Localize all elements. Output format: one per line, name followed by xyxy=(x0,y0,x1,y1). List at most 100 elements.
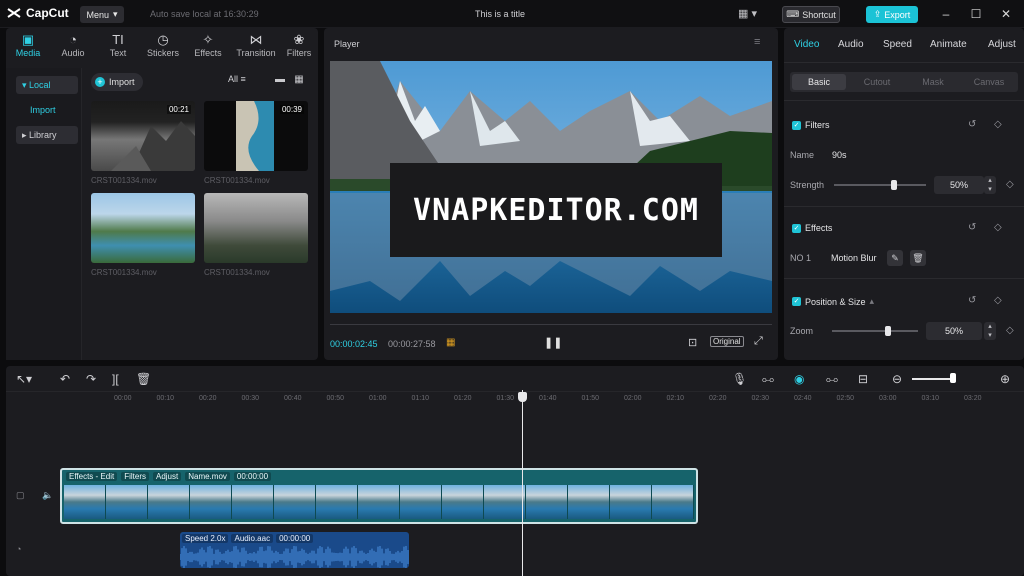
volume-icon[interactable]: 🔈 xyxy=(42,490,53,501)
ruler-tick: 00:50 xyxy=(326,395,345,402)
shortcut-button[interactable]: ⌨ Shortcut xyxy=(782,6,840,23)
subtab-canvas[interactable]: Canvas xyxy=(962,74,1016,90)
media-clip[interactable] xyxy=(204,193,308,263)
maximize-icon[interactable]: ☐ xyxy=(968,6,984,22)
video-frame xyxy=(652,485,694,519)
tab-adjust[interactable]: Adjust xyxy=(988,39,1016,50)
grid-icon[interactable]: ▦ xyxy=(446,337,455,348)
tab-speed[interactable]: Speed xyxy=(883,39,912,50)
audio-waveform xyxy=(180,546,409,568)
chevron-down-icon: ▾ xyxy=(112,9,118,19)
tab-text[interactable]: TI Text xyxy=(98,32,138,58)
keyframe-icon[interactable]: ◇ xyxy=(1006,325,1014,336)
strength-input[interactable]: 50% xyxy=(934,176,984,194)
keyframe-icon[interactable]: ◇ xyxy=(994,222,1002,233)
tab-transition[interactable]: ⋈ Transition xyxy=(234,32,278,58)
fullscreen-icon[interactable]: ⤢ xyxy=(754,335,763,348)
text-icon: TI xyxy=(112,32,124,47)
video-frame xyxy=(316,485,358,519)
zoom-input[interactable]: 50% xyxy=(926,322,982,340)
layout-icon[interactable]: ▦ ▾ xyxy=(738,7,757,20)
position-size-section-header[interactable]: ✓ Position & Size ▴ xyxy=(792,296,874,307)
sidebar-item-library[interactable]: ▸ Library xyxy=(16,126,78,144)
import-button[interactable]: + Import xyxy=(91,73,143,91)
split-icon[interactable]: ][ xyxy=(112,372,119,386)
subtab-cutout[interactable]: Cutout xyxy=(850,74,904,90)
checkbox-checked-icon[interactable]: ✓ xyxy=(792,120,801,130)
video-frame xyxy=(190,485,232,519)
tab-filters[interactable]: ❀ Filters xyxy=(280,32,318,58)
shortcut-label: Shortcut xyxy=(802,9,836,20)
keyframe-icon[interactable]: ◇ xyxy=(994,119,1002,130)
microphone-icon[interactable]: 🎙 xyxy=(732,372,747,386)
media-clip[interactable]: 00:21 xyxy=(91,101,195,171)
watermark-overlay: VNAPKEDITOR.COM xyxy=(390,163,722,257)
zoom-out-icon[interactable]: ⊖ xyxy=(892,372,902,386)
delete-icon[interactable]: 🗑 xyxy=(136,372,151,386)
zoom-slider[interactable] xyxy=(832,326,918,336)
tab-stickers[interactable]: ◷ Stickers xyxy=(143,32,183,58)
pause-icon[interactable]: ❚❚ xyxy=(544,336,562,349)
undo-icon[interactable]: ↶ xyxy=(60,372,70,386)
tab-animate[interactable]: Animate xyxy=(930,39,967,50)
hamburger-icon[interactable]: ≡ xyxy=(754,36,760,48)
select-cursor-icon[interactable]: ↖▾ xyxy=(16,372,32,386)
link-clips-icon[interactable]: ⧟ xyxy=(762,372,774,387)
minimize-icon[interactable]: – xyxy=(938,6,954,22)
reset-icon[interactable]: ↺ xyxy=(968,222,976,233)
menu-label: Menu xyxy=(86,9,109,20)
fit-screen-icon[interactable]: ⊡ xyxy=(688,336,697,349)
ruler-tick: 01:20 xyxy=(454,395,472,402)
trash-icon[interactable]: 🗑 xyxy=(910,250,926,266)
checkbox-checked-icon[interactable]: ✓ xyxy=(792,223,801,233)
subtab-mask[interactable]: Mask xyxy=(906,74,960,90)
zoom-in-icon[interactable]: ⊕ xyxy=(1000,372,1010,386)
tab-media[interactable]: ▣ Media xyxy=(8,32,48,58)
effects-section-header[interactable]: ✓ Effects xyxy=(792,223,832,233)
strength-slider-handle[interactable] xyxy=(890,180,897,190)
close-icon[interactable]: ✕ xyxy=(998,6,1014,22)
tab-video[interactable]: Video xyxy=(794,39,819,50)
aspect-ratio-button[interactable]: Original xyxy=(710,336,744,347)
zoom-slider-handle[interactable] xyxy=(884,326,891,336)
time-ruler[interactable]: 00:00 00:10 00:20 00:30 00:40 00:50 01:00 01:10… xyxy=(114,392,1024,406)
tab-audio[interactable]: Audio xyxy=(838,39,864,50)
tab-effects[interactable]: ✧ Effects xyxy=(188,32,228,58)
list-view-icon[interactable]: ▬ xyxy=(272,74,288,88)
section-title: Filters xyxy=(805,120,830,130)
timeline-zoom-handle[interactable] xyxy=(950,373,956,383)
zoom-stepper[interactable]: ▴ ▾ xyxy=(984,322,996,340)
tab-audio[interactable]: ◔ Audio xyxy=(53,32,93,58)
reset-icon[interactable]: ↺ xyxy=(968,119,976,130)
preview-axis-icon[interactable]: ⧟ xyxy=(826,372,838,387)
sidebar-item-import[interactable]: Import xyxy=(16,101,78,119)
audio-clip[interactable]: Speed 2.0x Audio.aac 00:00:00 xyxy=(180,532,409,568)
magnet-icon[interactable]: ◉ xyxy=(794,372,804,386)
scrubber-bar[interactable] xyxy=(330,319,772,325)
media-clip[interactable]: 00:39 xyxy=(204,101,308,171)
reset-icon[interactable]: ↺ xyxy=(968,295,976,306)
sidebar-item-local[interactable]: ▾ Local xyxy=(16,76,78,94)
filters-section-header[interactable]: ✓ Filters xyxy=(792,120,830,130)
menu-button[interactable]: Menu ▾ xyxy=(80,6,124,23)
split-screen-icon[interactable]: ⊟ xyxy=(858,372,868,386)
playhead-handle[interactable] xyxy=(518,392,527,402)
filter-dropdown[interactable]: All ≡ xyxy=(228,74,246,84)
chevron-up-icon[interactable]: ▴ xyxy=(870,296,875,307)
video-clip[interactable]: Effects - Edit Filters Adjust Name.mov 0… xyxy=(60,468,698,524)
strength-stepper[interactable]: ▴ ▾ xyxy=(984,176,996,194)
project-title[interactable]: This is a title xyxy=(400,9,600,19)
keyframe-icon[interactable]: ◇ xyxy=(994,295,1002,306)
grid-view-icon[interactable]: ▦ xyxy=(291,74,307,88)
subtab-basic[interactable]: Basic xyxy=(792,74,846,90)
checkbox-checked-icon[interactable]: ✓ xyxy=(792,297,801,306)
video-preview[interactable]: VNAPKEDITOR.COM xyxy=(330,61,772,313)
export-button[interactable]: ⇪ Export xyxy=(866,6,918,23)
redo-icon[interactable]: ↷ xyxy=(86,372,96,386)
playhead[interactable] xyxy=(522,390,523,576)
strength-slider[interactable] xyxy=(834,180,926,190)
keyframe-icon[interactable]: ◇ xyxy=(1006,179,1014,190)
media-clip[interactable] xyxy=(91,193,195,263)
ruler-tick: 03:10 xyxy=(921,395,940,402)
edit-pencil-icon[interactable]: ✎ xyxy=(887,250,903,266)
